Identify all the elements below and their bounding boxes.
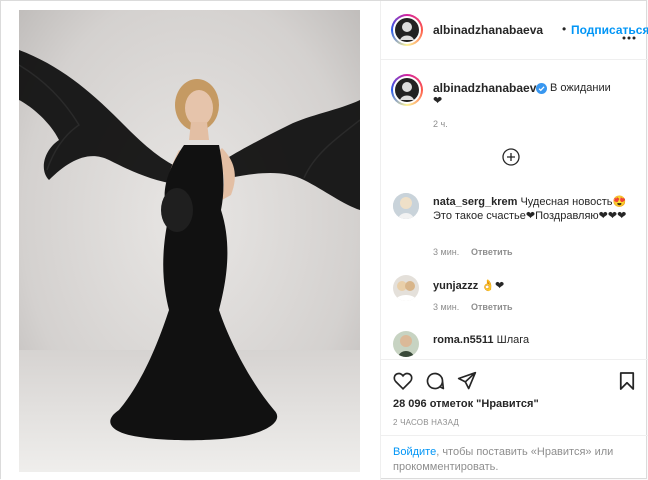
caption-avatar[interactable]	[393, 76, 421, 104]
comment-text: 👌❤	[481, 280, 505, 292]
separator-dot: •	[562, 22, 567, 36]
plus-circle-icon[interactable]	[502, 148, 520, 171]
likes-count[interactable]: 28 096 отметок "Нравится"	[393, 398, 539, 410]
reply-button[interactable]: Ответить	[471, 302, 513, 312]
verified-badge-icon	[536, 81, 547, 99]
login-link[interactable]: Войдите	[393, 446, 436, 458]
login-divider	[381, 435, 648, 436]
caption-username[interactable]: albinadzhanabaeva	[433, 81, 543, 95]
comment-icon[interactable]	[425, 371, 445, 396]
post-header: albinadzhanabaeva • Подписаться	[381, 1, 648, 60]
heart-icon[interactable]	[393, 371, 413, 395]
caption-time[interactable]: 2 ч.	[433, 119, 448, 129]
commenter-avatar[interactable]	[393, 331, 419, 357]
comment-username[interactable]: roma.n5511	[433, 334, 494, 346]
author-avatar[interactable]	[393, 16, 421, 44]
login-prompt: Войдите, чтобы поставить «Нравится» или …	[393, 445, 633, 475]
actions-divider	[381, 359, 648, 360]
comment-text: Шлага	[496, 334, 530, 346]
comment-body: nata_serg_krem Чудесная новость😍 Это так…	[433, 195, 633, 223]
instagram-post: albinadzhanabaeva • Подписаться albinadz…	[0, 0, 648, 480]
comment-body: roma.n5511 Шлага	[433, 333, 529, 347]
post-timestamp[interactable]: 2 ЧАСОВ НАЗАД	[393, 418, 459, 427]
comment-username[interactable]: nata_serg_krem	[433, 196, 517, 208]
comment-username[interactable]: yunjazzz	[433, 280, 478, 292]
author-username[interactable]: albinadzhanabaeva	[433, 23, 543, 37]
more-horizontal-icon[interactable]	[622, 27, 636, 45]
caption-heart: ❤	[433, 95, 443, 107]
follow-button[interactable]: Подписаться	[571, 23, 648, 37]
bookmark-icon[interactable]	[619, 371, 635, 396]
comment-time[interactable]: 3 мин.	[433, 302, 459, 312]
share-icon[interactable]	[457, 371, 477, 396]
post-photo-area	[1, 1, 380, 480]
comment-time[interactable]: 3 мин.	[433, 247, 459, 257]
post-sidebar: albinadzhanabaeva • Подписаться albinadz…	[380, 1, 648, 480]
comment-body: yunjazzz 👌❤	[433, 279, 504, 293]
commenter-avatar[interactable]	[393, 275, 419, 301]
caption-text: В ожидании	[550, 82, 611, 94]
commenter-avatar[interactable]	[393, 193, 419, 219]
reply-button[interactable]: Ответить	[471, 247, 513, 257]
post-photo[interactable]	[19, 10, 360, 472]
